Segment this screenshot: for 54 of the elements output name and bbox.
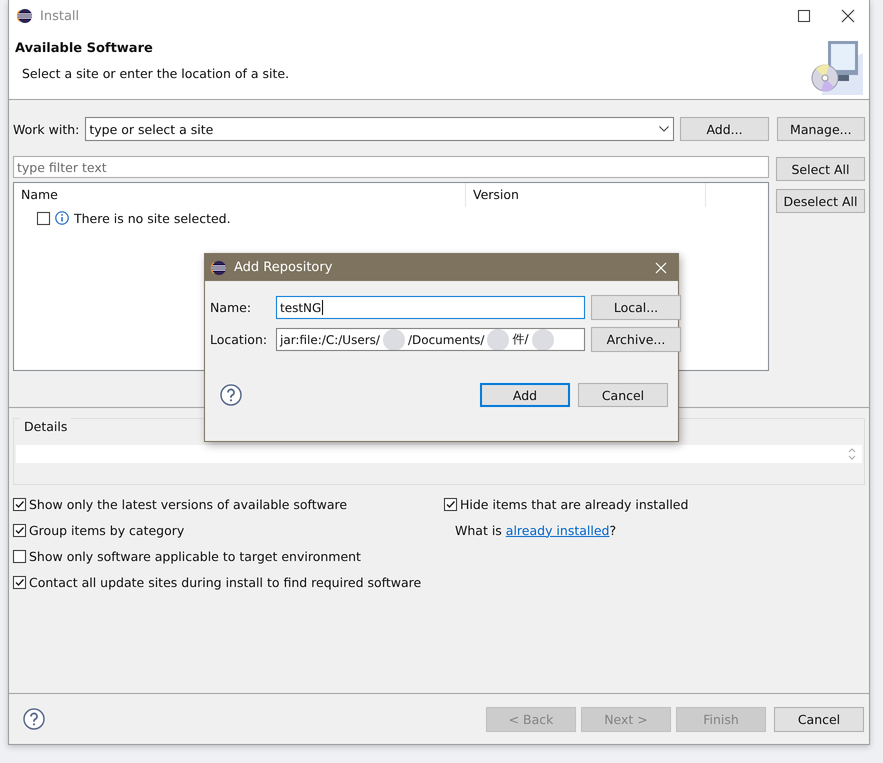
button[interactable]: Cancel [578,383,668,407]
site-combo-box[interactable]: type or select a site [85,117,674,141]
button[interactable]: Cancel [774,706,864,732]
field-label: Work with: [13,122,80,136]
chevron-down-icon [659,126,670,132]
redaction-mark [532,329,554,350]
redaction-mark [382,329,405,350]
eclipse-icon [17,8,33,24]
input-field[interactable]: testNG [276,296,585,319]
checkbox[interactable] [444,498,457,510]
check-icon [14,524,25,536]
checkbox[interactable] [13,524,26,536]
maximize-icon [797,9,811,23]
button[interactable]: Select All [776,157,865,181]
column-header[interactable]: Version [466,183,706,207]
text-cursor [322,300,324,315]
input-field[interactable]: jar:file:/C:/Users/ /Documents/ 件/ [276,328,585,351]
checkbox[interactable] [37,212,50,224]
checkbox-label: Hide items that are already installed [460,496,688,512]
link[interactable]: already installed [506,522,610,538]
table-cell: There is no site selected. [74,210,231,226]
checkbox[interactable] [13,550,26,562]
button[interactable]: Deselect All [776,189,865,213]
dialog-title: Add Repository [234,260,332,275]
field-label: Location: [210,332,268,347]
help-icon [220,384,242,406]
checkbox-label: Show only software applicable to target environment [29,548,361,564]
checkbox[interactable] [13,498,26,510]
button[interactable]: Archive... [591,327,681,352]
close-icon [655,262,667,274]
button[interactable]: Manage... [776,117,865,141]
redaction-mark [487,329,510,350]
window-title: Install [40,8,80,24]
button[interactable]: Add... [680,117,769,141]
page-title: Available Software [15,41,154,56]
button[interactable]: Local... [591,295,681,320]
checkbox[interactable] [13,576,26,588]
help-icon [23,708,45,730]
info-text: What is already installed? [455,522,616,538]
check-icon [14,498,25,510]
close-icon [841,9,855,23]
scroll-arrows-icon [848,447,856,461]
page-description: Select a site or enter the location of a site. [22,66,290,81]
check-icon [445,498,456,510]
check-icon [14,576,25,588]
button[interactable]: Add [480,383,570,407]
checkbox-label: Contact all update sites during install to find required software [29,574,422,590]
eclipse-icon [211,260,227,276]
filter-field[interactable]: type filter text [13,156,769,178]
column-header[interactable]: Name [14,183,466,207]
checkbox-label: Group items by category [29,522,184,538]
field-label: Name: [210,300,252,315]
info-icon [55,211,69,225]
checkbox-label: Show only the latest versions of available software [29,496,348,512]
